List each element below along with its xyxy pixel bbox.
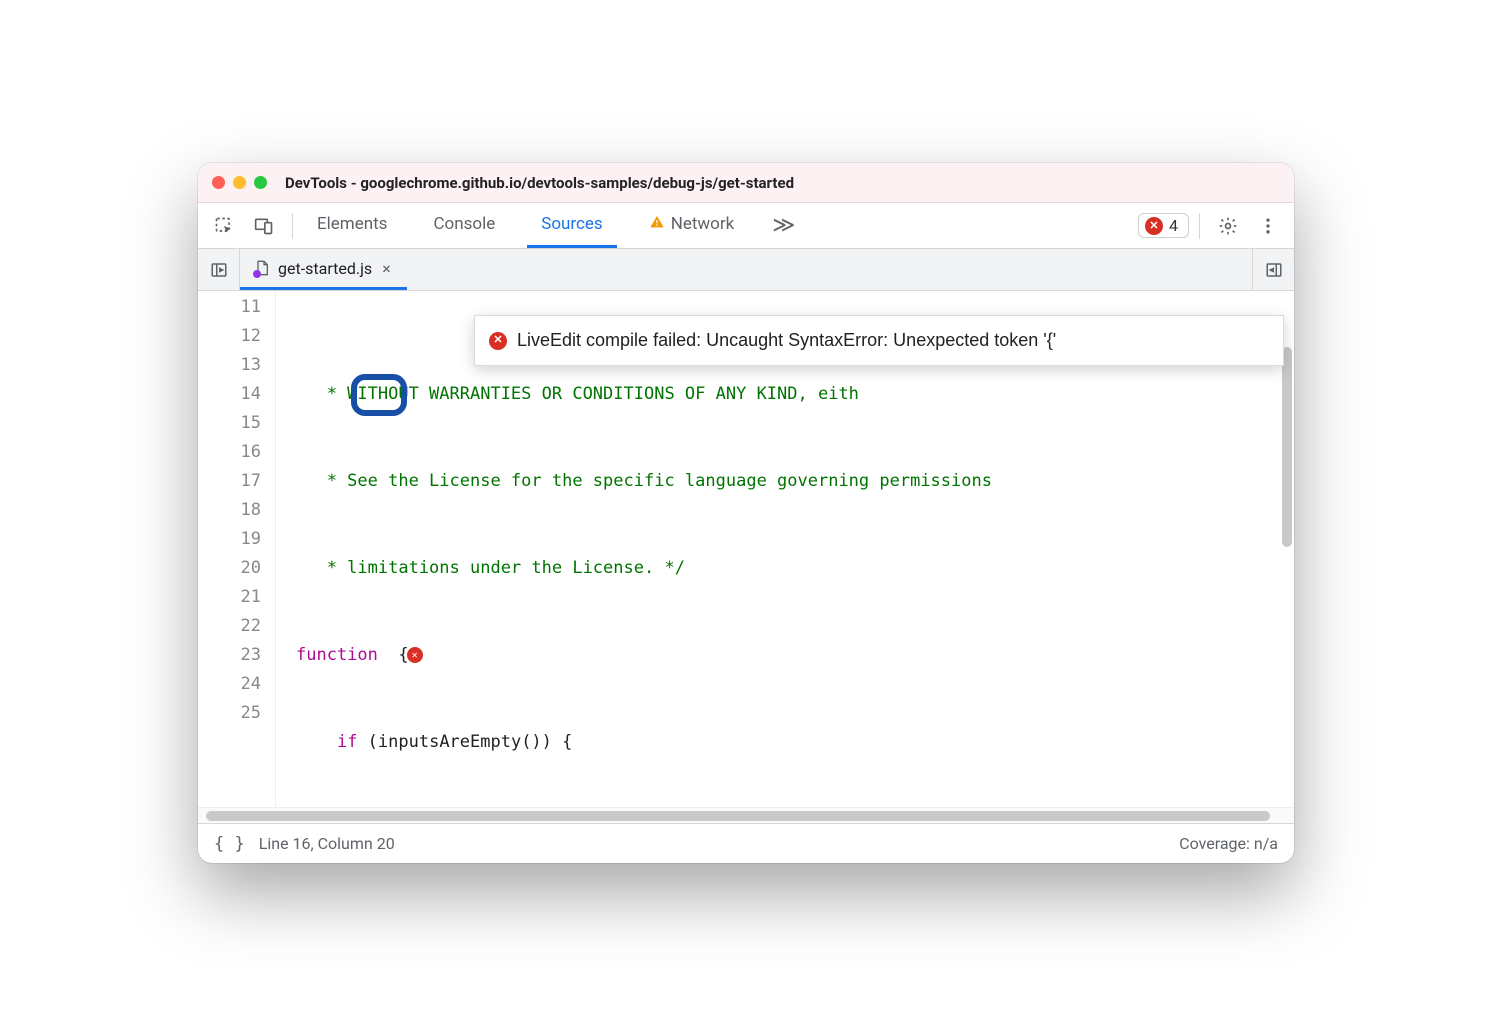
- main-toolbar: Elements Console Sources Network ≫ 4: [198, 203, 1294, 249]
- more-tabs-button[interactable]: ≫: [766, 213, 801, 238]
- line-number[interactable]: 20: [198, 554, 261, 583]
- tab-elements[interactable]: Elements: [303, 203, 401, 248]
- line-number[interactable]: 12: [198, 322, 261, 351]
- error-icon: [1145, 217, 1163, 235]
- line-number[interactable]: 22: [198, 612, 261, 641]
- editor-tabbar: get-started.js ×: [198, 249, 1294, 291]
- horizontal-scrollbar[interactable]: [198, 807, 1294, 823]
- line-number[interactable]: 19: [198, 525, 261, 554]
- toolbar-divider: [1199, 213, 1200, 239]
- inspect-element-icon[interactable]: [206, 208, 242, 244]
- code-editor[interactable]: 11 12 13 14 15 16 17 18 19 20 21 22 23 2…: [198, 291, 1294, 807]
- file-tab[interactable]: get-started.js ×: [240, 249, 407, 290]
- line-number[interactable]: 11: [198, 293, 261, 322]
- code-text: * See the License for the specific langu…: [296, 471, 992, 491]
- file-icon: [254, 259, 270, 277]
- code-text: if: [337, 732, 357, 752]
- tab-console[interactable]: Console: [419, 203, 509, 248]
- vertical-scrollbar-thumb[interactable]: [1282, 347, 1292, 547]
- close-window-button[interactable]: [212, 176, 225, 189]
- editor-frame: 11 12 13 14 15 16 17 18 19 20 21 22 23 2…: [198, 291, 1294, 823]
- code-text: {: [378, 645, 409, 665]
- file-tab-name: get-started.js: [278, 259, 372, 278]
- close-tab-icon[interactable]: ×: [380, 259, 393, 278]
- device-toolbar-icon[interactable]: [246, 208, 282, 244]
- code-text: * limitations under the License. */: [296, 558, 685, 578]
- line-number[interactable]: 18: [198, 496, 261, 525]
- error-tooltip-message: LiveEdit compile failed: Uncaught Syntax…: [517, 326, 1056, 355]
- show-debugger-icon[interactable]: [1252, 249, 1294, 290]
- line-number[interactable]: 15: [198, 409, 261, 438]
- line-number[interactable]: 13: [198, 351, 261, 380]
- error-tooltip: LiveEdit compile failed: Uncaught Syntax…: [474, 315, 1284, 366]
- tab-network[interactable]: Network: [635, 203, 749, 248]
- tab-network-label: Network: [671, 214, 735, 234]
- window-titlebar: DevTools - googlechrome.github.io/devtoo…: [198, 163, 1294, 203]
- line-number[interactable]: 16: [198, 438, 261, 467]
- panel-tabs: Elements Console Sources Network ≫: [303, 203, 801, 248]
- error-count: 4: [1169, 216, 1178, 235]
- error-icon: [489, 332, 507, 350]
- toolbar-divider: [292, 213, 293, 239]
- window-title: DevTools - googlechrome.github.io/devtoo…: [285, 174, 794, 192]
- status-bar: { } Line 16, Column 20 Coverage: n/a: [198, 823, 1294, 863]
- cursor-position: Line 16, Column 20: [259, 834, 395, 853]
- pretty-print-icon[interactable]: { }: [214, 834, 245, 854]
- code-text: [296, 732, 337, 752]
- code-text: * WITHOUT WARRANTIES OR CONDITIONS OF AN…: [296, 384, 859, 404]
- traffic-lights: [212, 176, 267, 189]
- zoom-window-button[interactable]: [254, 176, 267, 189]
- horizontal-scrollbar-thumb[interactable]: [206, 811, 1270, 821]
- modified-dot-icon: [253, 270, 261, 278]
- line-number[interactable]: 17: [198, 467, 261, 496]
- line-number[interactable]: 21: [198, 583, 261, 612]
- tab-sources[interactable]: Sources: [527, 203, 616, 248]
- line-gutter[interactable]: 11 12 13 14 15 16 17 18 19 20 21 22 23 2…: [198, 291, 276, 807]
- settings-icon[interactable]: [1210, 208, 1246, 244]
- line-number[interactable]: 25: [198, 699, 261, 728]
- line-number[interactable]: 23: [198, 641, 261, 670]
- minimize-window-button[interactable]: [233, 176, 246, 189]
- warning-icon: [649, 214, 665, 235]
- code-text: function: [296, 645, 378, 665]
- coverage-status[interactable]: Coverage: n/a: [1179, 834, 1278, 853]
- line-number[interactable]: 24: [198, 670, 261, 699]
- devtools-window: DevTools - googlechrome.github.io/devtoo…: [198, 163, 1294, 863]
- show-navigator-icon[interactable]: [198, 249, 240, 290]
- inline-error-icon[interactable]: [407, 647, 423, 663]
- error-line[interactable]: function {: [296, 641, 1294, 670]
- error-count-badge[interactable]: 4: [1138, 213, 1189, 238]
- code-text: (inputsAreEmpty()) {: [357, 732, 572, 752]
- kebab-menu-icon[interactable]: [1250, 208, 1286, 244]
- code-content[interactable]: * WITHOUT WARRANTIES OR CONDITIONS OF AN…: [276, 291, 1294, 807]
- line-number[interactable]: 14: [198, 380, 261, 409]
